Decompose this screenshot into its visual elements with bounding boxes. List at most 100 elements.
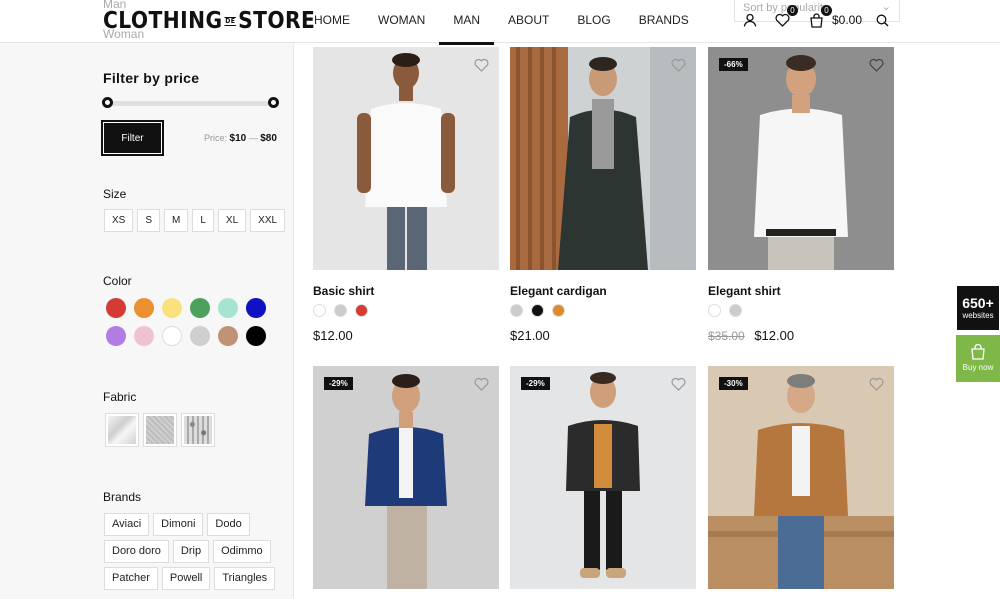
size-xl[interactable]: XL [217, 209, 247, 232]
wishlist-heart-icon[interactable] [671, 377, 686, 396]
product-swatches [708, 304, 894, 318]
swatch-white[interactable] [313, 304, 326, 317]
brand-chip[interactable]: Dimoni [153, 513, 204, 536]
color-swatch[interactable] [162, 298, 182, 318]
price-slider-track[interactable] [106, 101, 274, 106]
price-max-handle[interactable] [268, 97, 279, 108]
brand-chip[interactable]: Patcher [104, 567, 158, 590]
product-name[interactable]: Elegant cardigan [510, 284, 696, 298]
brand-chip[interactable]: Doro doro [104, 540, 169, 563]
buy-now-label: Buy now [962, 363, 994, 372]
color-swatch[interactable] [190, 298, 210, 318]
fabric-lace-swatch[interactable] [181, 413, 215, 447]
product-card[interactable]: -29% [510, 366, 696, 589]
color-swatch[interactable] [246, 326, 266, 346]
price-range-label: Price: $10 — $80 [204, 133, 277, 144]
discount-badge: -66% [719, 58, 748, 71]
swatch-white[interactable] [708, 304, 721, 317]
wishlist-heart-icon[interactable] [869, 58, 884, 77]
search-icon[interactable] [872, 10, 892, 30]
nav-man[interactable]: MAN [439, 0, 494, 45]
product-price: $35.00 $12.00 [708, 328, 894, 343]
cart-total[interactable]: $0.00 [832, 13, 862, 27]
wishlist-heart-icon[interactable] [474, 377, 489, 396]
product-card[interactable]: Basic shirt $12.00 [313, 47, 499, 343]
color-swatch[interactable] [246, 298, 266, 318]
product-card[interactable]: -30% [708, 366, 894, 589]
nav-home[interactable]: HOME [300, 0, 364, 43]
product-image[interactable] [510, 47, 696, 270]
wishlist-heart-icon[interactable] [474, 58, 489, 77]
wishlist-heart-icon[interactable] [671, 58, 686, 77]
brand-chip[interactable]: Drip [172, 540, 210, 563]
swatch-grey[interactable] [334, 304, 347, 317]
color-swatch[interactable] [106, 326, 126, 346]
size-m[interactable]: M [164, 209, 189, 232]
header-icons: 0 0 $0.00 [740, 5, 898, 30]
wishlist-icon[interactable]: 0 [772, 5, 798, 30]
product-image[interactable] [313, 47, 499, 270]
color-swatch[interactable] [218, 298, 238, 318]
product-image[interactable]: -29% [510, 366, 696, 589]
main-nav: HOME WOMAN MAN ABOUT BLOG BRANDS [300, 0, 703, 45]
wishlist-count-badge: 0 [787, 5, 798, 16]
price-prefix: Price: [204, 133, 228, 143]
brand-chip[interactable]: Dodo [207, 513, 250, 536]
size-s[interactable]: S [137, 209, 161, 232]
product-name[interactable]: Elegant shirt [708, 284, 894, 298]
user-icon[interactable] [740, 10, 760, 30]
brand-chip[interactable]: Odimmo [213, 540, 271, 563]
fabric-filter-title: Fabric [103, 390, 137, 404]
product-swatches [510, 304, 696, 318]
color-options [106, 298, 276, 354]
product-price: $12.00 [313, 328, 499, 343]
product-price: $21.00 [510, 328, 696, 343]
color-swatch[interactable] [218, 326, 238, 346]
brand-options: Aviaci Dimoni Dodo Doro doro Drip Odimmo Patch… [104, 513, 284, 594]
color-swatch[interactable] [134, 326, 154, 346]
swatch-grey[interactable] [510, 304, 523, 317]
fabric-linen-swatch[interactable] [143, 413, 177, 447]
color-swatch[interactable] [106, 298, 126, 318]
product-price-value: $21.00 [510, 328, 550, 343]
filter-sidebar: Filter by price Filter Price: $10 — $80 … [0, 43, 294, 599]
product-card[interactable]: Elegant cardigan $21.00 [510, 47, 696, 343]
websites-label: websites [962, 311, 994, 320]
color-swatch[interactable] [134, 298, 154, 318]
size-options: XS S M L XL XXL [104, 209, 289, 232]
websites-promo-badge[interactable]: 650+ websites [956, 285, 1000, 331]
wishlist-heart-icon[interactable] [869, 377, 884, 396]
swatch-grey[interactable] [729, 304, 742, 317]
buy-now-button[interactable]: Buy now [956, 335, 1000, 382]
swatch-black[interactable] [531, 304, 544, 317]
shopping-bag-icon [956, 343, 1000, 363]
site-logo[interactable]: CLOTHING DE STORE [103, 8, 315, 34]
price-min-handle[interactable] [102, 97, 113, 108]
size-l[interactable]: L [192, 209, 214, 232]
color-swatch[interactable] [162, 326, 182, 346]
product-swatches [313, 304, 499, 318]
nav-about[interactable]: ABOUT [494, 0, 563, 43]
swatch-red[interactable] [355, 304, 368, 317]
product-card[interactable]: -29% [313, 366, 499, 589]
product-image[interactable]: -66% [708, 47, 894, 270]
nav-brands[interactable]: BRANDS [625, 0, 703, 43]
product-image[interactable]: -30% [708, 366, 894, 589]
product-card[interactable]: -66% Elegant shirt $35.00 $12.00 [708, 47, 894, 343]
nav-blog[interactable]: BLOG [563, 0, 624, 43]
brand-chip[interactable]: Aviaci [104, 513, 150, 536]
cart-icon[interactable]: 0 [806, 5, 832, 30]
logo-text-mid: DE [224, 16, 237, 26]
filter-button[interactable]: Filter [103, 122, 162, 154]
product-image[interactable]: -29% [313, 366, 499, 589]
color-swatch[interactable] [190, 326, 210, 346]
fabric-silk-swatch[interactable] [105, 413, 139, 447]
nav-woman[interactable]: WOMAN [364, 0, 439, 43]
cart-count-badge: 0 [821, 5, 832, 16]
brand-chip[interactable]: Powell [161, 567, 211, 590]
brand-chip[interactable]: Triangles [214, 567, 276, 590]
product-name[interactable]: Basic shirt [313, 284, 499, 298]
size-xxl[interactable]: XXL [250, 209, 286, 232]
size-xs[interactable]: XS [104, 209, 134, 232]
swatch-orange[interactable] [552, 304, 565, 317]
